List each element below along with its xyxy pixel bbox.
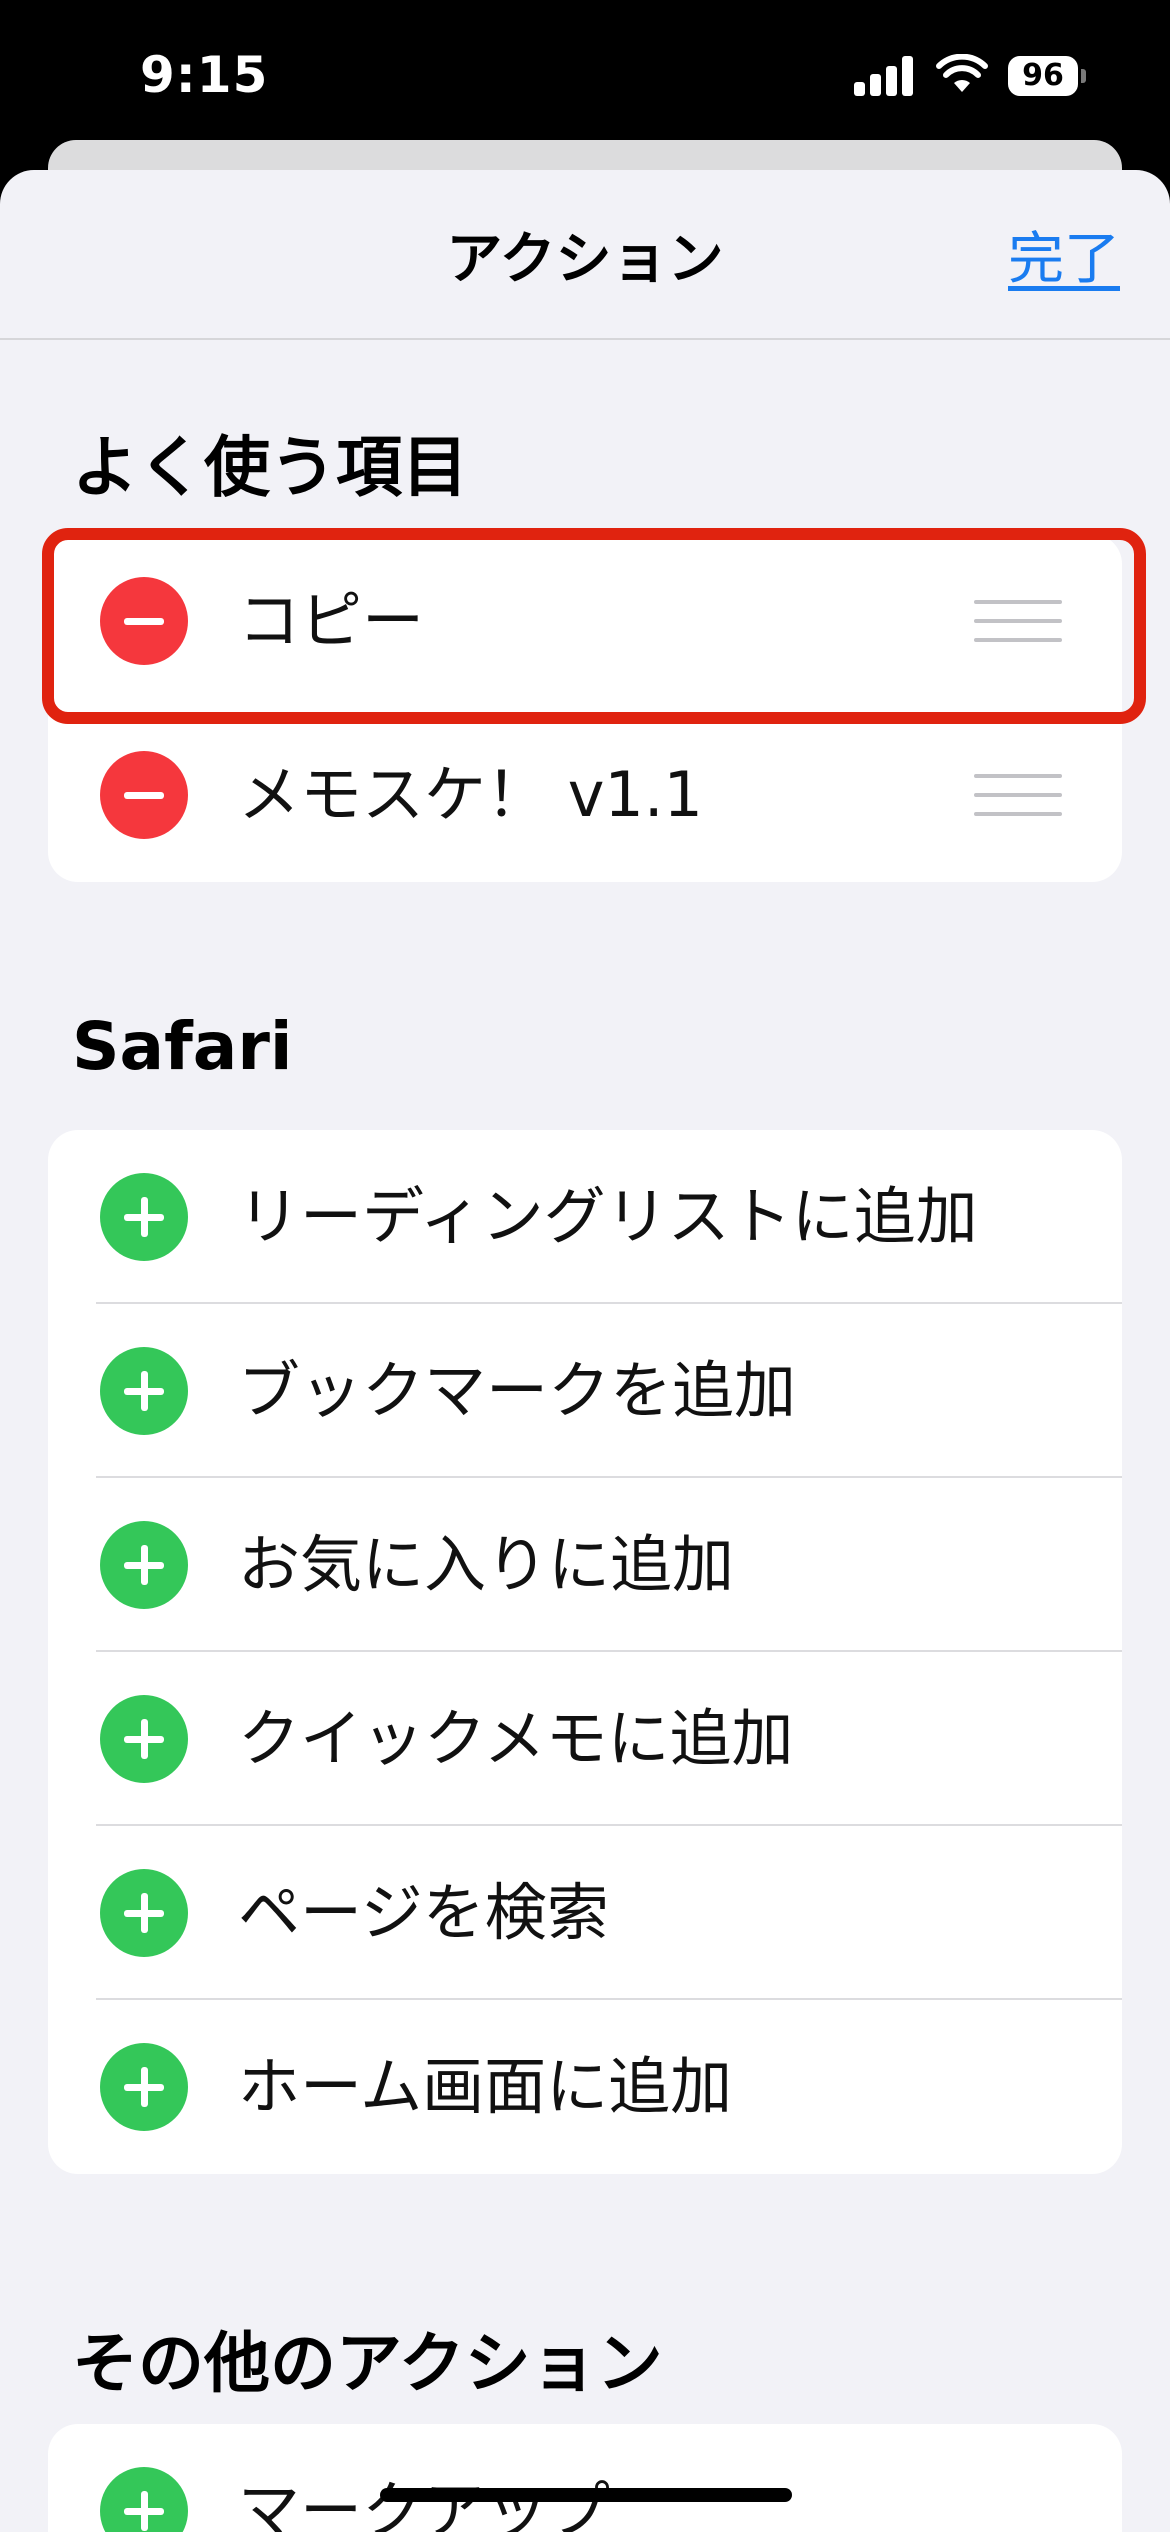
list-item: マークアップ [48, 2424, 1122, 2532]
list-item: ページを検索 [48, 1826, 1122, 2000]
list-item: ホーム画面に追加 [48, 2000, 1122, 2174]
battery-icon: 96 [1008, 56, 1088, 98]
battery-level: 96 [1008, 56, 1078, 96]
home-indicator[interactable] [380, 2488, 792, 2502]
add-icon[interactable] [100, 1347, 188, 1435]
add-icon[interactable] [100, 2043, 188, 2131]
sheet-title: アクション [446, 227, 724, 292]
add-icon[interactable] [100, 1173, 188, 1261]
list-item: リーディングリストに追加 [48, 1130, 1122, 1304]
section-header-other-actions: その他のアクション [72, 2325, 663, 2402]
add-icon[interactable] [100, 1695, 188, 1783]
drag-handle-icon[interactable] [974, 772, 1062, 818]
list-item: ブックマークを追加 [48, 1304, 1122, 1478]
cellular-signal-icon [854, 56, 914, 96]
nav-divider [0, 338, 1170, 340]
remove-icon[interactable] [100, 751, 188, 839]
highlight-box [42, 528, 1146, 724]
status-bar: 9:15 96 [0, 0, 1170, 160]
action-label: リーディングリストに追加 [238, 1180, 978, 1253]
action-label: ブックマークを追加 [238, 1354, 797, 1427]
done-button[interactable]: 完了 [1008, 214, 1120, 295]
action-label: ページを検索 [238, 1876, 609, 1949]
add-icon[interactable] [100, 1869, 188, 1957]
other-actions-group: マークアップ [48, 2424, 1122, 2532]
list-item: お気に入りに追加 [48, 1478, 1122, 1652]
safari-group: リーディングリストに追加 ブックマークを追加 お気に入りに追加 クイックメモに追… [48, 1130, 1122, 2174]
add-icon[interactable] [100, 2467, 188, 2532]
list-item: クイックメモに追加 [48, 1652, 1122, 1826]
action-label: クイックメモに追加 [238, 1702, 794, 1775]
wifi-icon [936, 54, 988, 92]
action-label: ホーム画面に追加 [238, 2050, 733, 2123]
add-icon[interactable] [100, 1521, 188, 1609]
action-label: メモスケ！ v1.1 [238, 758, 704, 831]
section-header-favorites: よく使う項目 [72, 429, 468, 506]
actions-sheet: アクション 完了 よく使う項目 コピー メモスケ！ v1.1 Safari リー… [0, 170, 1170, 2532]
list-item: メモスケ！ v1.1 [48, 708, 1122, 882]
status-time: 9:15 [140, 46, 269, 104]
section-header-safari: Safari [72, 1008, 293, 1085]
action-label: マークアップ [238, 2474, 611, 2532]
action-label: お気に入りに追加 [238, 1528, 735, 1601]
